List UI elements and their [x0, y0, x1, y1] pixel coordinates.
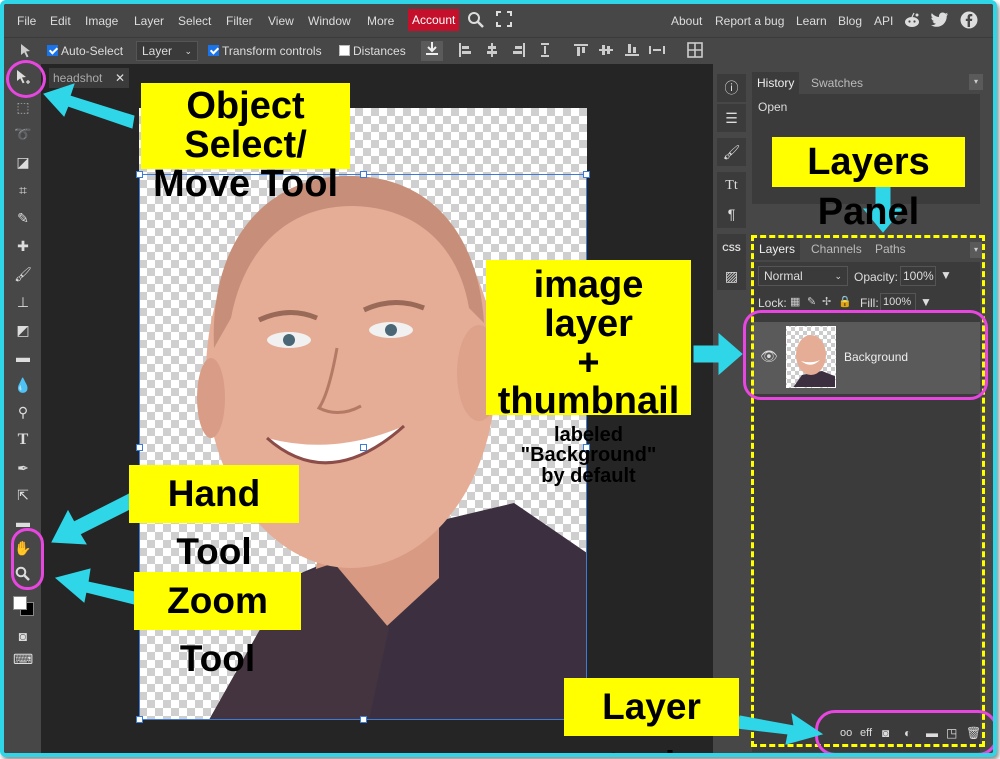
image-icon[interactable]: ▨ [717, 262, 746, 290]
account-button[interactable]: Account [408, 9, 460, 31]
panel-menu-icon[interactable]: ▾ [969, 74, 983, 90]
menu-layer[interactable]: Layer [134, 14, 164, 28]
checkbox-unchecked-icon [339, 45, 350, 56]
menu-bar: File Edit Image Layer Select Filter View… [4, 4, 993, 37]
transform-handle[interactable] [583, 171, 590, 178]
tab-history[interactable]: History [752, 72, 800, 94]
document-tab-name: headshot [53, 71, 103, 85]
link-blog[interactable]: Blog [838, 14, 862, 28]
tool-options-bar: Auto-Select Layer ⌄ Transform controls D… [4, 37, 993, 64]
brush-tool-icon[interactable]: 🖌 [13, 264, 33, 284]
annotation-hand-tool: Hand Tool [129, 465, 299, 572]
panel-icon-strip: ⓘ ☰ 🖌 Tt ¶ CSS ▨ [713, 64, 750, 753]
menu-edit[interactable]: Edit [50, 14, 71, 28]
transform-handle[interactable] [360, 171, 367, 178]
chevron-down-icon: ⌄ [184, 46, 192, 56]
foreground-color-swatch[interactable] [13, 596, 27, 610]
menu-select[interactable]: Select [178, 14, 211, 28]
marquee-tool-icon[interactable]: ⬚ [13, 97, 33, 117]
eraser-tool-icon[interactable]: ◩ [13, 320, 33, 340]
healing-brush-icon[interactable]: ✚ [13, 236, 33, 256]
eyedropper-tool-icon[interactable]: ✎ [13, 208, 33, 228]
lasso-tool-icon[interactable]: ➰ [13, 124, 33, 144]
facebook-icon[interactable] [959, 11, 979, 33]
document-tab[interactable]: headshot ✕ [49, 68, 129, 88]
annotation-image-layer: image layer + thumbnail labeled "Backgro… [486, 260, 691, 486]
layer-select-dropdown[interactable]: Layer ⌄ [136, 41, 198, 61]
quick-mask-icon[interactable]: ◙ [13, 626, 33, 646]
auto-select-checkbox[interactable]: Auto-Select [47, 44, 123, 58]
annotation-object-select: Object Select/ Move Tool [141, 83, 350, 203]
paragraph-icon[interactable]: ¶ [717, 200, 746, 228]
link-learn[interactable]: Learn [796, 14, 827, 28]
link-report-bug[interactable]: Report a bug [715, 14, 784, 28]
tab-swatches[interactable]: Swatches [806, 72, 868, 94]
transform-handle[interactable] [136, 716, 143, 723]
annotation-layers-panel: Layers Panel [772, 137, 965, 233]
css-icon[interactable]: CSS [717, 234, 746, 262]
keyboard-icon[interactable]: ⌨ [13, 649, 33, 669]
annotation-layer-tools: Layer tools [564, 678, 739, 753]
grid-icon[interactable] [686, 42, 704, 62]
blur-tool-icon[interactable]: 💧 [13, 375, 33, 395]
dodge-tool-icon[interactable]: ⚲ [13, 402, 33, 422]
history-item[interactable]: Open [758, 100, 974, 114]
type-tool-icon[interactable]: T [13, 430, 33, 450]
align-bottom-icon[interactable] [624, 43, 640, 61]
crop-tool-icon[interactable]: ⌗ [13, 180, 33, 200]
link-about[interactable]: About [671, 14, 702, 28]
tools-panel: ⬚ ➰ ◪ ⌗ ✎ ✚ 🖌 ⊥ ◩ ▬ 💧 ⚲ T ✒ ⇱ ▬ ✋ ◙ ⌨ [4, 64, 41, 753]
quick-select-tool-icon[interactable]: ◪ [13, 152, 33, 172]
fullscreen-icon[interactable] [495, 11, 513, 31]
path-select-tool-icon[interactable]: ⇱ [13, 485, 33, 505]
gradient-tool-icon[interactable]: ▬ [13, 347, 33, 367]
stamp-tool-icon[interactable]: ⊥ [13, 292, 33, 312]
photopea-window: File Edit Image Layer Select Filter View… [0, 0, 997, 757]
align-center-icon[interactable] [484, 43, 500, 61]
checkbox-checked-icon [47, 45, 58, 56]
distribute-horizontal-icon[interactable] [648, 43, 666, 61]
menu-more[interactable]: More [367, 14, 394, 28]
twitter-icon[interactable] [930, 12, 950, 31]
align-left-icon[interactable] [457, 43, 473, 61]
layer-row-highlight [743, 310, 988, 400]
hand-zoom-highlight [11, 528, 44, 590]
info-icon[interactable]: ⓘ [717, 74, 746, 102]
menu-file[interactable]: File [17, 14, 36, 28]
search-icon[interactable] [466, 11, 486, 32]
transform-handle[interactable] [136, 444, 143, 451]
color-swatches[interactable] [13, 596, 34, 616]
align-right-icon[interactable] [511, 43, 527, 61]
character-icon[interactable]: Tt [717, 172, 746, 200]
brush-settings-icon[interactable]: 🖌 [717, 138, 746, 166]
close-icon[interactable]: ✕ [115, 68, 125, 88]
checkbox-checked-icon [208, 45, 219, 56]
transform-handle[interactable] [360, 444, 367, 451]
pen-tool-icon[interactable]: ✒ [13, 458, 33, 478]
transform-controls-checkbox[interactable]: Transform controls [208, 44, 322, 58]
properties-icon[interactable]: ☰ [717, 104, 746, 132]
download-icon[interactable] [421, 41, 443, 61]
menu-window[interactable]: Window [308, 14, 351, 28]
annotation-zoom-tool: Zoom Tool [134, 572, 301, 679]
align-top-icon[interactable] [573, 43, 589, 61]
move-tool-highlight [6, 60, 46, 98]
menu-view[interactable]: View [268, 14, 294, 28]
transform-handle[interactable] [360, 716, 367, 723]
reddit-icon[interactable] [902, 12, 922, 32]
align-middle-icon[interactable] [598, 43, 614, 61]
menu-image[interactable]: Image [85, 14, 118, 28]
distribute-vertical-icon[interactable] [537, 43, 553, 61]
menu-filter[interactable]: Filter [226, 14, 253, 28]
layer-tools-highlight [815, 710, 993, 753]
history-swatches-tabs: History Swatches [752, 72, 980, 94]
link-api[interactable]: API [874, 14, 893, 28]
distances-checkbox[interactable]: Distances [339, 44, 406, 58]
